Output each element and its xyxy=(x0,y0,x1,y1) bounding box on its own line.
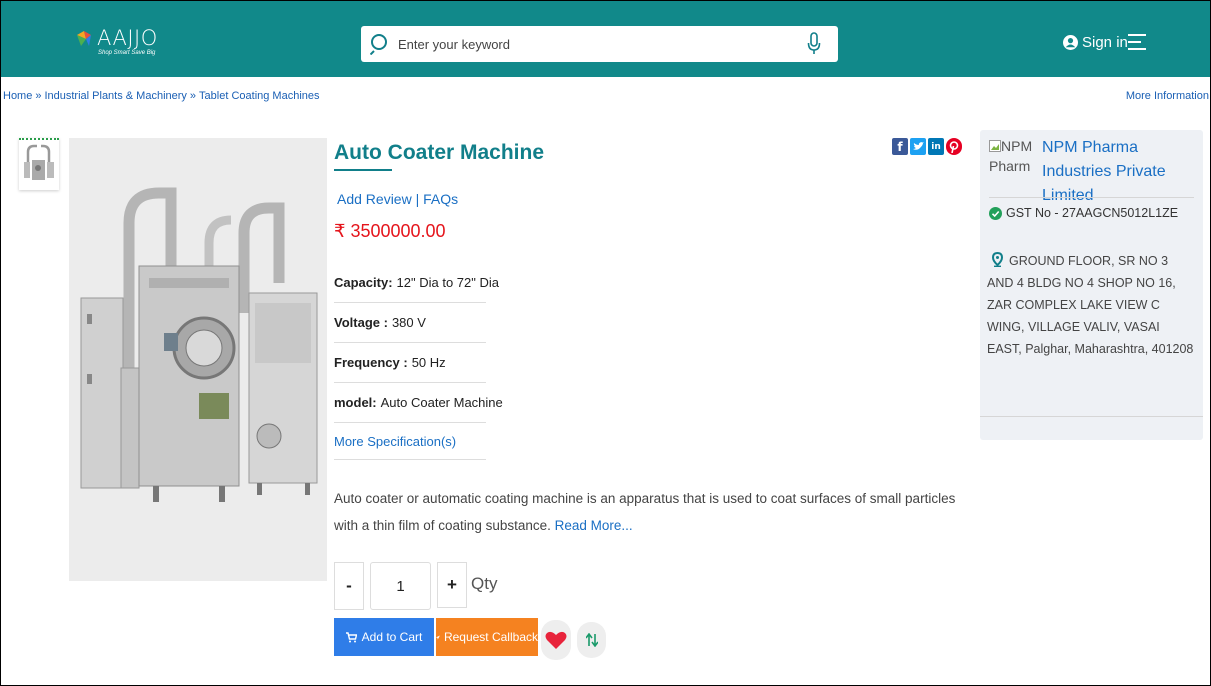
page: AAJJO Shop Smart Save Big Sign in xyxy=(0,0,1211,686)
logo-text: AAJJO xyxy=(97,26,158,50)
twitter-icon[interactable] xyxy=(910,138,926,155)
product-title: Auto Coater Machine xyxy=(334,141,545,164)
spec-label: Frequency : xyxy=(334,355,408,370)
breadcrumb-industrial-plants[interactable]: Industrial Plants & Machinery xyxy=(44,90,186,102)
gst-number: GST No - 27AAGCN5012L1ZE xyxy=(989,206,1178,220)
spec-label: model: xyxy=(334,395,377,410)
search-bar xyxy=(361,26,838,62)
send-icon xyxy=(436,635,440,639)
verified-check-icon xyxy=(989,206,1002,220)
gst-text: GST No - 27AAGCN5012L1ZE xyxy=(1006,206,1179,220)
address-text: GROUND FLOOR, SR NO 3 AND 4 BLDG NO 4 SH… xyxy=(987,254,1194,356)
spec-value: Auto Coater Machine xyxy=(380,395,503,410)
heart-icon xyxy=(545,631,567,649)
breadcrumb-home[interactable]: Home xyxy=(3,90,32,102)
spec-voltage: Voltage :380 V xyxy=(334,303,486,343)
title-underline xyxy=(334,169,392,171)
location-pin-icon xyxy=(991,252,1004,267)
pinterest-icon[interactable] xyxy=(946,138,962,155)
coating-machine-illustration xyxy=(80,187,318,502)
spec-label: Capacity: xyxy=(334,275,393,290)
quantity-increase-button[interactable]: + xyxy=(437,562,467,608)
seller-address: GROUND FLOOR, SR NO 3 AND 4 BLDG NO 4 SH… xyxy=(987,250,1197,360)
thumbnail-image xyxy=(24,144,54,180)
logo-tagline: Shop Smart Save Big xyxy=(98,50,156,56)
review-links: Add Review | FAQs xyxy=(337,191,458,207)
logo-icon xyxy=(77,31,91,46)
quantity-decrease-button[interactable]: - xyxy=(334,562,364,610)
divider xyxy=(989,197,1194,198)
facebook-icon[interactable]: f xyxy=(892,138,908,155)
request-callback-button[interactable]: Request Callback xyxy=(436,618,538,656)
spec-value: 380 V xyxy=(391,315,426,330)
cart-icon xyxy=(345,631,357,642)
add-to-cart-button[interactable]: Add to Cart xyxy=(334,618,434,656)
breadcrumb-tablet-coating[interactable]: Tablet Coating Machines xyxy=(199,90,319,102)
more-specifications-link[interactable]: More Specification(s) xyxy=(334,424,486,460)
share-icons: f in xyxy=(892,138,962,155)
linkedin-icon[interactable]: in xyxy=(928,138,944,155)
compare-arrows-icon xyxy=(585,633,598,647)
user-icon xyxy=(1063,35,1078,50)
breadcrumb: Home» Industrial Plants & Machinery» Table… xyxy=(3,90,320,102)
breadcrumb-separator: » xyxy=(35,90,42,102)
seller-logo-broken-image[interactable]: NPM Pharm xyxy=(989,136,1041,176)
link-separator: | xyxy=(415,191,420,207)
compare-button[interactable] xyxy=(577,622,606,658)
seller-card: NPM Pharm NPM Pharma Industries Private … xyxy=(980,130,1203,440)
product-thumbnail[interactable] xyxy=(19,138,59,190)
sign-in-label: Sign in xyxy=(1082,34,1128,51)
search-input[interactable] xyxy=(398,33,778,55)
sign-in-link[interactable]: Sign in xyxy=(1063,34,1128,51)
product-description: Auto coater or automatic coating machine… xyxy=(334,485,974,539)
description-text: Auto coater or automatic coating machine… xyxy=(334,491,956,533)
faqs-link[interactable]: FAQs xyxy=(423,191,458,207)
add-review-link[interactable]: Add Review xyxy=(337,191,412,207)
quantity-label: Qty xyxy=(471,574,498,593)
spec-capacity: Capacity: 12" Dia to 72" Dia xyxy=(334,263,499,303)
add-to-cart-label: Add to Cart xyxy=(361,630,423,644)
site-logo[interactable]: AAJJO Shop Smart Save Big xyxy=(75,26,195,62)
broken-image-icon xyxy=(989,140,1001,152)
spec-value: 12" Dia to 72" Dia xyxy=(396,275,499,290)
product-price: ₹ 3500000.00 xyxy=(334,221,446,241)
spec-model: model: Auto Coater Machine xyxy=(334,383,503,423)
quantity-input[interactable] xyxy=(370,562,431,610)
spec-label: Voltage : xyxy=(334,315,388,330)
wishlist-button[interactable] xyxy=(541,620,571,660)
more-information-link[interactable]: More Information xyxy=(1126,90,1209,102)
breadcrumb-separator: » xyxy=(189,90,197,102)
read-more-link[interactable]: Read More... xyxy=(555,518,633,533)
spec-value: 50 Hz xyxy=(411,355,446,370)
product-image[interactable] xyxy=(69,138,327,581)
request-callback-label: Request Callback xyxy=(443,630,538,644)
spec-frequency: Frequency :50 Hz xyxy=(334,343,486,383)
top-navbar: AAJJO Shop Smart Save Big Sign in xyxy=(1,1,1210,77)
divider xyxy=(980,416,1203,417)
search-icon[interactable] xyxy=(370,33,390,55)
microphone-icon[interactable] xyxy=(807,32,821,56)
menu-icon[interactable] xyxy=(1128,34,1150,50)
